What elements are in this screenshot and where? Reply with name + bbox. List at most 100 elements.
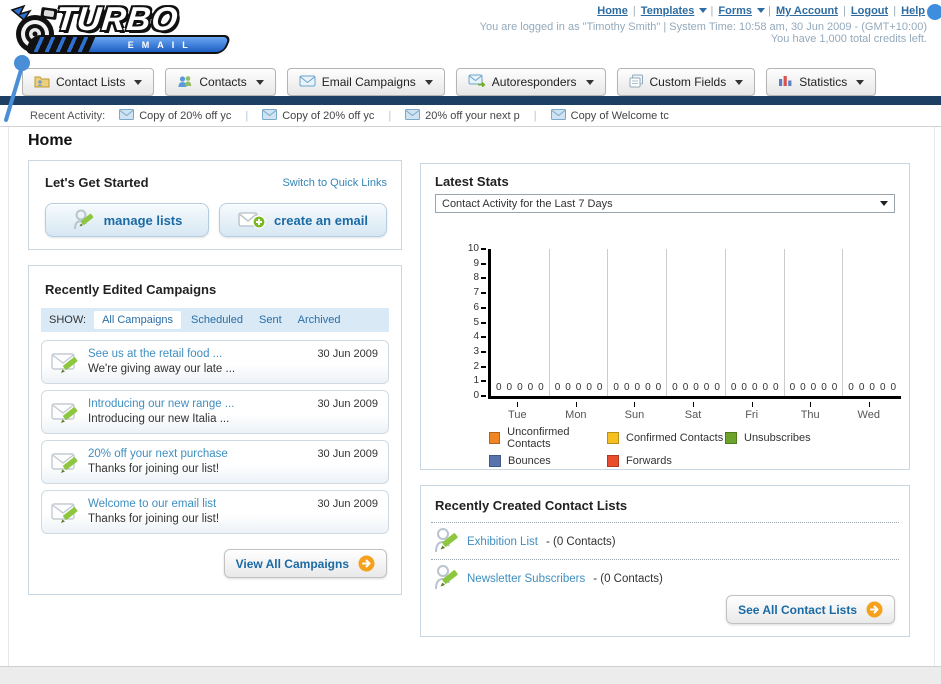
campaign-title-link[interactable]: Welcome to our email list xyxy=(88,498,216,510)
envelope-icon xyxy=(550,108,566,123)
y-tick-mark xyxy=(481,395,486,397)
data-label: 0 xyxy=(506,382,513,393)
header-link-logout[interactable]: Logout xyxy=(851,5,888,17)
contact-list-name-link[interactable]: Exhibition List xyxy=(467,536,538,548)
chevron-down-icon xyxy=(880,201,888,206)
x-axis-label-mon: Mon xyxy=(547,402,606,421)
y-tick-label: 5 xyxy=(473,316,479,328)
create-an-email-button[interactable]: create an email xyxy=(219,203,387,237)
chevron-down-icon xyxy=(134,79,143,85)
data-label: 0 xyxy=(596,382,603,393)
y-tick-mark xyxy=(481,248,486,250)
envelope-icon xyxy=(119,108,135,123)
chart-day-group: 00000 xyxy=(608,249,668,396)
recent-activity-item[interactable]: Copy of 20% off yc xyxy=(262,108,374,123)
legend-swatch xyxy=(607,432,619,444)
legend-item-unsubscribes: Unsubscribes xyxy=(725,426,875,450)
data-label: 0 xyxy=(517,382,523,393)
view-all-campaigns-button[interactable]: View All Campaigns xyxy=(223,549,387,578)
campaign-title-link[interactable]: See us at the retail food ... xyxy=(88,348,222,360)
x-tick-mark xyxy=(517,402,519,407)
data-label: 0 xyxy=(634,382,641,393)
data-label: 0 xyxy=(693,382,699,393)
autoresponders-icon xyxy=(468,74,486,90)
campaigns-title: Recently Edited Campaigns xyxy=(45,282,217,297)
campaign-date: 30 Jun 2009 xyxy=(317,398,378,410)
data-label: 0 xyxy=(527,382,534,393)
switch-to-quick-links-link[interactable]: Switch to Quick Links xyxy=(282,177,387,189)
x-axis-label-thu: Thu xyxy=(781,402,840,421)
x-tick-mark xyxy=(693,402,695,407)
legend-swatch xyxy=(607,455,619,467)
main-nav-tabbar: Contact Lists Contacts Email Campaigns Auto… xyxy=(0,65,941,96)
data-label: 0 xyxy=(703,382,710,393)
y-tick-mark xyxy=(481,277,486,280)
stats-range-dropdown[interactable]: Contact Activity for the Last 7 Days xyxy=(435,194,895,213)
see-all-contact-lists-button[interactable]: See All Contact Lists xyxy=(726,595,895,624)
legend-item-unconfirmed-contacts: Unconfirmed Contacts xyxy=(489,426,607,450)
header-link-my-account[interactable]: My Account xyxy=(776,5,838,17)
logo-email-bar: EMAIL xyxy=(23,35,233,54)
contact-list-name-link[interactable]: Newsletter Subscribers xyxy=(467,573,585,585)
chart-zero-values: 00000 xyxy=(491,382,549,393)
recent-activity-item[interactable]: Copy of 20% off yc xyxy=(119,108,231,123)
recent-activity-item[interactable]: Copy of Welcome tc xyxy=(550,108,669,123)
data-label: 0 xyxy=(879,382,886,393)
turbo-email-logo[interactable]: TURBO EMAIL xyxy=(8,0,258,60)
y-tick-label: 2 xyxy=(473,360,479,372)
header-nav-links: Home | Templates | Forms | My Account | … xyxy=(597,5,925,17)
y-tick-label: 6 xyxy=(473,301,479,313)
tab-statistics[interactable]: Statistics xyxy=(766,68,877,96)
x-axis-label-sat: Sat xyxy=(664,402,723,421)
campaign-card: Welcome to our email list Thanks for join… xyxy=(41,490,389,534)
campaign-card: See us at the retail food ... We're givin… xyxy=(41,340,389,384)
campaign-card: 20% off your next purchase Thanks for joi… xyxy=(41,440,389,484)
latest-stats-title: Latest Stats xyxy=(435,174,509,189)
data-label: 0 xyxy=(858,382,865,393)
filter-sent[interactable]: Sent xyxy=(259,314,282,326)
header-link-forms[interactable]: Forms xyxy=(718,5,752,17)
tab-custom-fields[interactable]: Custom Fields xyxy=(616,68,756,96)
tab-label: Contact Lists xyxy=(56,75,126,89)
filter-archived[interactable]: Archived xyxy=(298,314,341,326)
campaign-title-link[interactable]: Introducing our new range ... xyxy=(88,398,234,410)
logo-title: TURBO xyxy=(54,0,181,37)
legend-swatch xyxy=(725,432,737,444)
campaign-title-link[interactable]: 20% off your next purchase xyxy=(88,448,228,460)
page-title: Home xyxy=(28,132,73,149)
data-label: 0 xyxy=(762,382,769,393)
y-tick-label: 10 xyxy=(467,243,479,254)
chart-day-group: 00000 xyxy=(843,249,901,396)
y-tick-label: 9 xyxy=(473,257,479,269)
recent-activity-item[interactable]: 20% off your next p xyxy=(405,108,520,123)
filter-all-campaigns[interactable]: All Campaigns xyxy=(94,311,181,329)
tab-contact-lists[interactable]: Contact Lists xyxy=(22,68,155,96)
filter-scheduled[interactable]: Scheduled xyxy=(191,314,243,326)
header-link-home[interactable]: Home xyxy=(597,5,628,17)
logo-subtitle: EMAIL xyxy=(128,39,197,50)
tab-email-campaigns[interactable]: Email Campaigns xyxy=(286,68,445,96)
y-tick-mark xyxy=(481,350,486,353)
tab-label: Autoresponders xyxy=(491,75,577,89)
tab-autoresponders[interactable]: Autoresponders xyxy=(455,68,606,96)
manage-lists-button[interactable]: manage lists xyxy=(45,203,209,237)
contact-activity-chart: 00000000000000000000000000000000000 xyxy=(488,249,901,399)
tab-contacts[interactable]: Contacts xyxy=(165,68,276,96)
legend-swatch xyxy=(489,432,501,444)
campaign-subtitle: Thanks for joining our list! xyxy=(88,513,220,525)
x-tick-mark xyxy=(751,402,753,407)
envelope-pencil-icon xyxy=(51,399,81,432)
chart-zero-values: 00000 xyxy=(843,382,901,393)
campaign-date: 30 Jun 2009 xyxy=(317,348,378,360)
contacts-icon xyxy=(177,74,193,91)
header-link-help[interactable]: Help xyxy=(901,5,925,17)
chart-legend: Unconfirmed Contacts Confirmed Contacts Un… xyxy=(489,426,875,467)
x-tick-mark xyxy=(868,402,870,407)
envelope-pencil-icon xyxy=(51,499,81,532)
chevron-down-icon xyxy=(585,79,594,85)
campaign-date: 30 Jun 2009 xyxy=(317,448,378,460)
y-tick-label: 3 xyxy=(473,345,479,357)
legend-item-confirmed-contacts: Confirmed Contacts xyxy=(607,426,725,450)
header-link-templates[interactable]: Templates xyxy=(641,5,695,17)
recently-edited-campaigns-panel: Recently Edited Campaigns SHOW: All Camp… xyxy=(28,265,402,595)
